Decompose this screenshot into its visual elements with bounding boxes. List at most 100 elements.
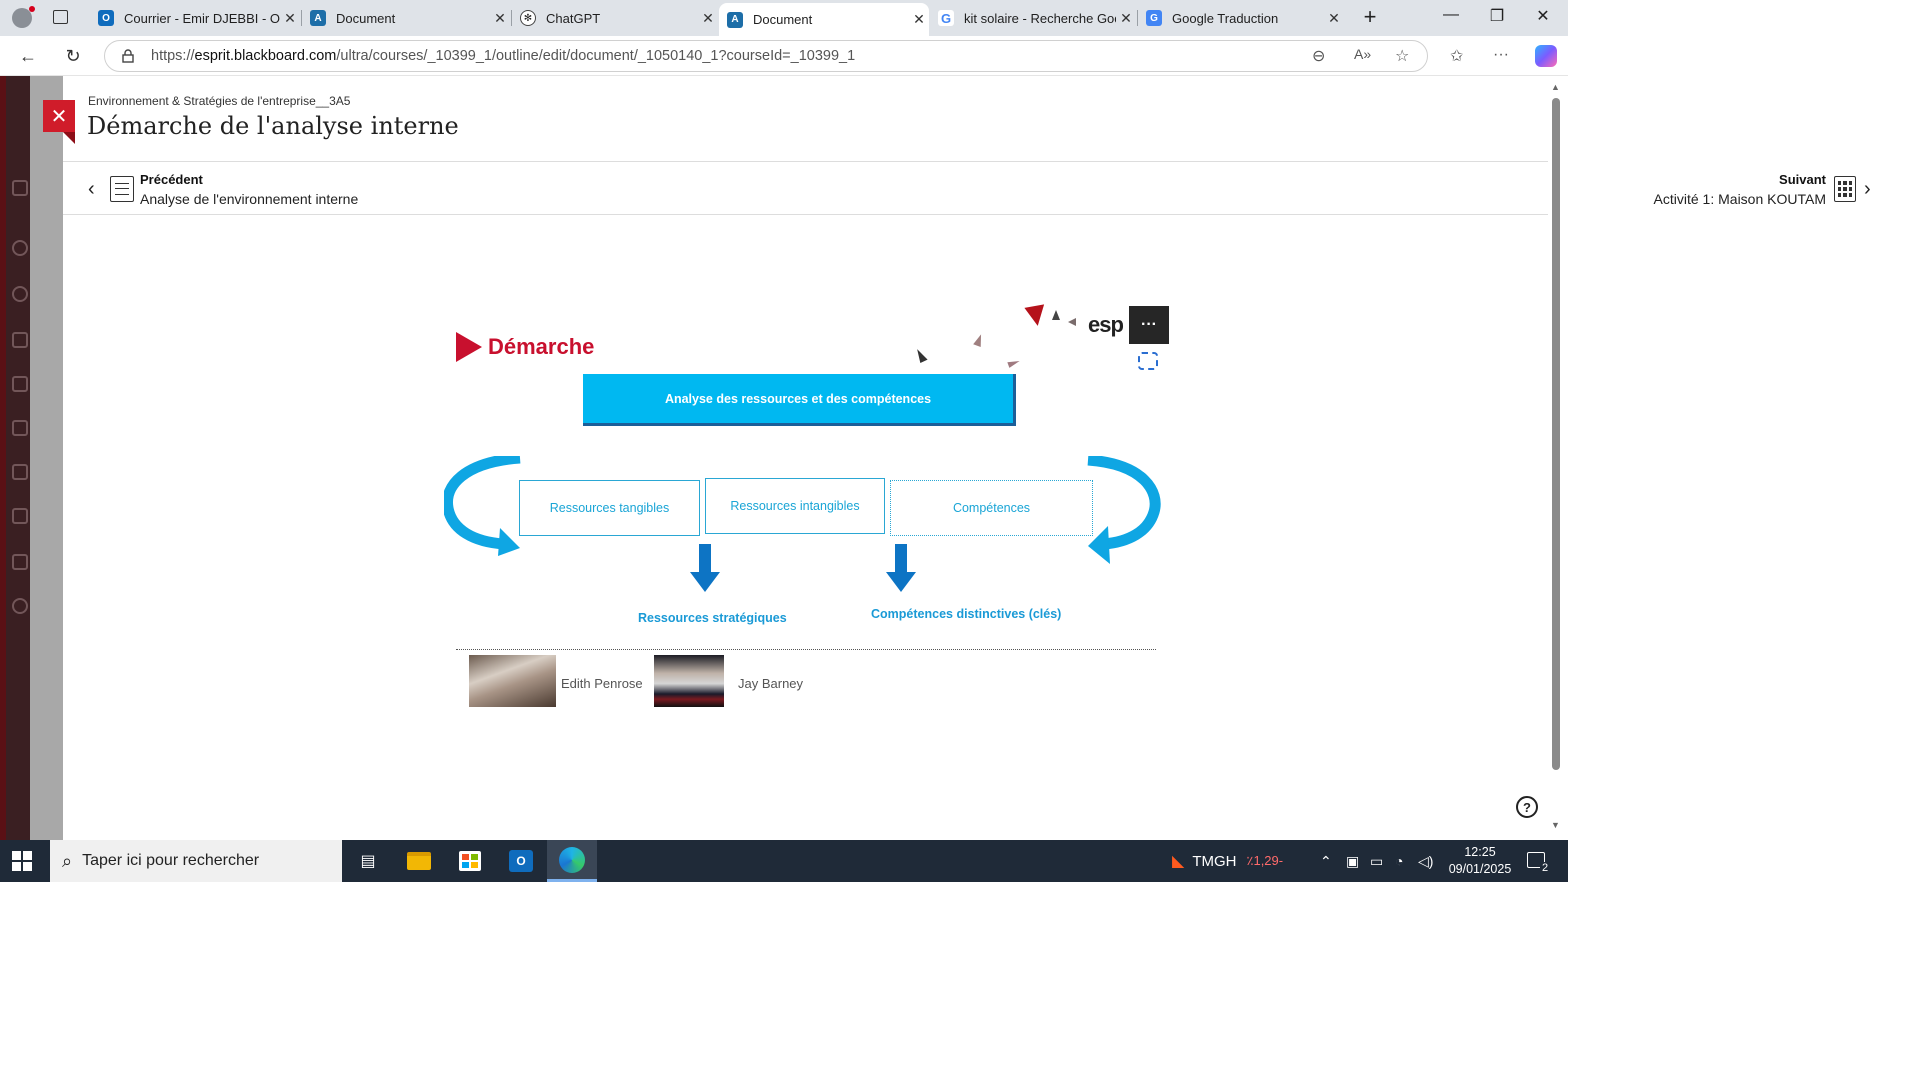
decor-shard	[1052, 310, 1060, 320]
file-explorer-icon[interactable]	[404, 846, 434, 876]
close-tab-fold	[63, 132, 75, 144]
new-tab-button[interactable]: +	[1356, 4, 1384, 32]
copilot-icon[interactable]	[1535, 45, 1557, 67]
vertical-scrollbar[interactable]: ▲ ▼	[1548, 76, 1568, 840]
blackboard-icon: A	[310, 10, 326, 26]
dotted-divider	[456, 649, 1156, 650]
close-window-button[interactable]: ✕	[1520, 6, 1566, 26]
google-translate-icon: G	[1146, 10, 1162, 26]
course-breadcrumb[interactable]: Environnement & Stratégies de l'entrepri…	[88, 94, 350, 108]
intangible-resources-box: Ressources intangibles	[705, 478, 885, 534]
scroll-down-icon[interactable]: ▼	[1551, 820, 1560, 830]
messages-icon	[12, 420, 28, 436]
curved-arrow-left	[444, 456, 521, 556]
dimmed-pane	[30, 76, 63, 840]
decor-shard	[1007, 358, 1021, 368]
clock-time: 12:25	[1464, 845, 1496, 859]
tab-actions-icon[interactable]	[53, 10, 68, 24]
google-icon: G	[938, 10, 954, 26]
restore-button[interactable]: ❐	[1474, 6, 1520, 26]
favorite-star-icon[interactable]: ☆	[1395, 46, 1409, 66]
scrollbar-thumb[interactable]	[1552, 98, 1560, 770]
close-tab-icon[interactable]: ✕	[1116, 10, 1136, 27]
stock-widget[interactable]: ◣ TMGH ٪1,29-	[1172, 851, 1283, 871]
chatgpt-icon: ✻	[520, 10, 536, 26]
battery-icon[interactable]: ▭	[1370, 853, 1383, 870]
person-name: Edith Penrose	[561, 676, 643, 691]
divider	[63, 214, 1548, 215]
help-icon[interactable]: ?	[1516, 796, 1538, 818]
jay-barney-photo	[654, 655, 724, 707]
tab-document-active[interactable]: A Document ✕	[719, 3, 929, 36]
stock-change: ٪1,29-	[1246, 853, 1284, 868]
close-tab-icon[interactable]: ✕	[698, 10, 718, 27]
outlook-app-icon[interactable]: O	[506, 846, 536, 876]
task-view-icon[interactable]: ▤	[353, 846, 383, 876]
wifi-icon[interactable]: ◔	[1395, 853, 1403, 869]
back-button[interactable]: ←	[14, 42, 42, 70]
close-tab-icon[interactable]: ✕	[1324, 10, 1344, 27]
sign-out-icon	[12, 598, 28, 614]
show-hidden-icons[interactable]: ⌃	[1320, 853, 1332, 870]
chevron-left-icon: ‹	[88, 177, 95, 200]
globe-icon	[12, 286, 28, 302]
tab-google-search[interactable]: G kit solaire - Recherche Google ✕	[930, 3, 1136, 33]
favorites-icon[interactable]: ✩	[1450, 46, 1463, 66]
meet-icon[interactable]: ▣	[1346, 853, 1359, 870]
url-path: /ultra/courses/_10399_1/outline/edit/doc…	[336, 48, 856, 64]
volume-icon[interactable]: ◁)	[1418, 853, 1433, 870]
url-domain: esprit.blackboard.com	[194, 48, 337, 64]
previous-title: Analyse de l'environnement interne	[140, 190, 359, 207]
zoom-out-icon[interactable]: ⊖	[1312, 46, 1325, 66]
url-field[interactable]: https://esprit.blackboard.com/ultra/cour…	[104, 40, 1428, 72]
lock-icon	[122, 49, 134, 63]
tab-title: kit solaire - Recherche Google	[964, 10, 1116, 26]
embedded-slide: Démarche esp ··· Analyse des ressources …	[440, 298, 1170, 718]
minimize-button[interactable]: —	[1428, 6, 1474, 24]
more-menu-icon[interactable]: ···	[1493, 46, 1509, 64]
edit-icon	[12, 554, 28, 570]
windows-start-icon[interactable]	[12, 851, 32, 871]
slide-more-options-button[interactable]: ···	[1129, 306, 1169, 344]
close-tab-icon[interactable]: ✕	[490, 10, 510, 27]
tab-title: Courrier - Emir DJEBBI - Outlook	[124, 10, 280, 26]
tab-title: ChatGPT	[546, 10, 601, 26]
close-panel-button[interactable]: ✕	[43, 100, 75, 132]
tab-chatgpt[interactable]: ✻ ChatGPT ✕	[512, 3, 718, 33]
play-triangle-icon	[456, 332, 482, 362]
curved-arrow-right	[1087, 456, 1161, 564]
close-tab-icon[interactable]: ✕	[280, 10, 300, 27]
blackboard-icon: A	[727, 11, 743, 28]
tab-document-1[interactable]: A Document ✕	[302, 3, 510, 33]
previous-item-link[interactable]: ‹ Précédent Analyse de l'environnement i…	[88, 168, 358, 210]
competences-box: Compétences	[890, 480, 1093, 536]
document-icon	[110, 176, 134, 202]
system-clock[interactable]: 12:25 09/01/2025	[1440, 844, 1520, 878]
scroll-up-icon[interactable]: ▲	[1551, 82, 1560, 92]
edge-taskbar-button[interactable]	[547, 840, 597, 882]
distinctive-competences-label: Compétences distinctives (clés)	[871, 607, 1062, 621]
tab-outlook[interactable]: O Courrier - Emir DJEBBI - Outlook ✕	[90, 3, 300, 33]
next-title: Activité 1: Maison KOUTAM	[1653, 190, 1826, 207]
search-placeholder: Taper ici pour rechercher	[82, 852, 260, 869]
profile-notification-dot	[29, 6, 35, 12]
decor-shard	[973, 332, 985, 348]
refresh-button[interactable]: ↻	[59, 42, 87, 70]
next-item-link[interactable]: Suivant Activité 1: Maison KOUTAM ›	[1654, 168, 1880, 210]
close-tab-icon[interactable]: ✕	[909, 11, 929, 28]
url-prefix: https://	[151, 48, 195, 64]
stock-icon: ◣	[1172, 853, 1185, 870]
microsoft-store-icon[interactable]	[455, 846, 485, 876]
next-label: Suivant	[1779, 171, 1826, 187]
taskbar: ⌕ Taper ici pour rechercher ▤ O ◣ TMGH ٪…	[0, 840, 1568, 882]
edith-penrose-photo	[469, 655, 556, 707]
taskbar-search[interactable]: ⌕ Taper ici pour rechercher	[50, 840, 342, 882]
decor-shard	[1024, 304, 1048, 328]
tab-google-translate[interactable]: G Google Traduction ✕	[1138, 3, 1344, 33]
focus-view-icon[interactable]	[1138, 352, 1158, 370]
read-aloud-icon[interactable]: A»	[1354, 46, 1371, 62]
assignment-icon	[1834, 176, 1856, 202]
edge-icon	[559, 847, 585, 873]
person-name: Jay Barney	[738, 676, 804, 691]
decor-shard	[1068, 318, 1076, 326]
